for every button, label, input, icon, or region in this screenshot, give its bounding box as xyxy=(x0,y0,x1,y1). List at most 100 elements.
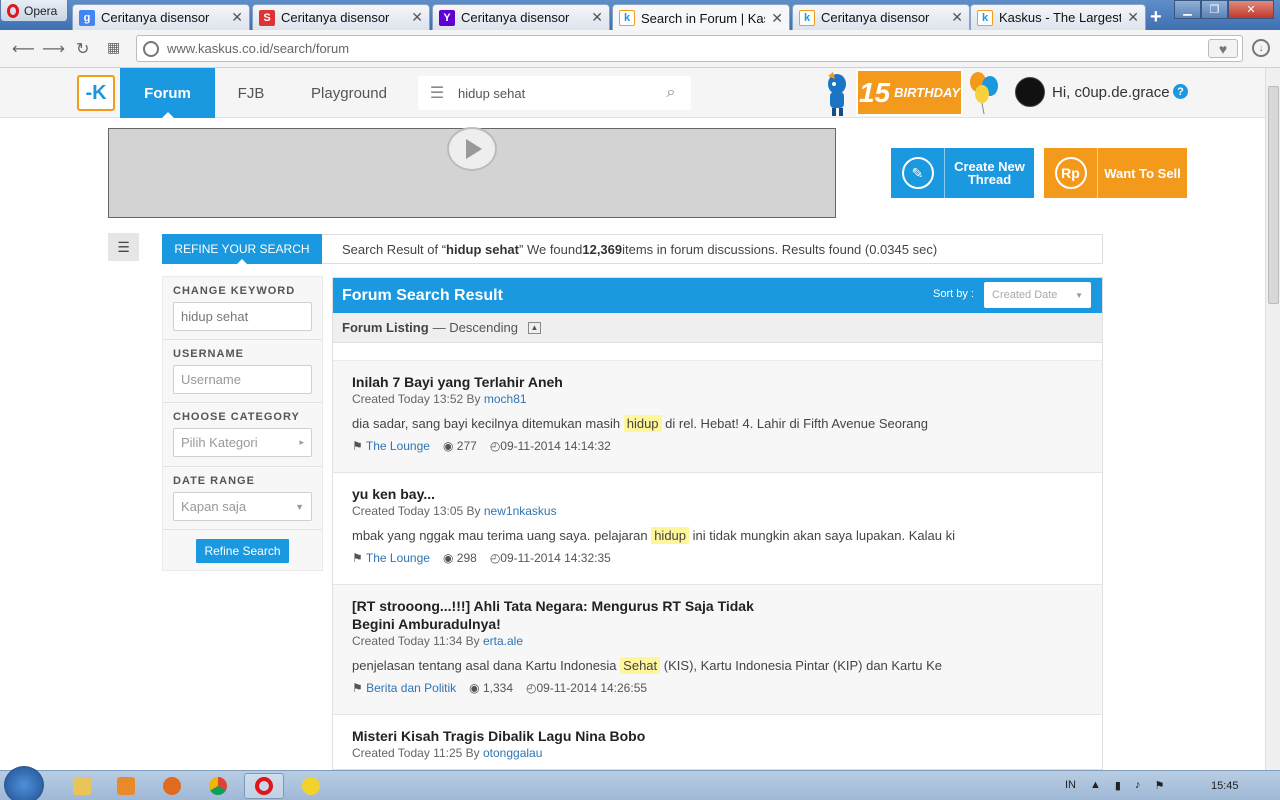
list-item[interactable]: [RT strooong...!!!] Ahli Tata Negara: Me… xyxy=(333,585,1102,715)
rupiah-icon: Rp xyxy=(1044,148,1098,198)
thread-title[interactable]: Misteri Kisah Tragis Dibalik Lagu Nina B… xyxy=(352,727,1083,745)
header-search[interactable]: ☰ hidup sehat ⌕ xyxy=(418,76,691,110)
browser-tab[interactable]: Y Ceritanya disensor ✕ xyxy=(432,4,610,30)
media-player-icon[interactable] xyxy=(106,773,146,799)
forum-link[interactable]: The Lounge xyxy=(366,439,430,453)
browser-tab[interactable]: S Ceritanya disensor ✕ xyxy=(252,4,430,30)
forum-link[interactable]: The Lounge xyxy=(366,551,430,565)
help-icon[interactable]: ? xyxy=(1173,84,1188,99)
username-input[interactable]: Username xyxy=(173,365,312,394)
keyword-input[interactable]: hidup sehat xyxy=(173,302,312,331)
app-taskbar-icon[interactable] xyxy=(290,773,332,799)
maximize-button[interactable]: ❐ xyxy=(1201,0,1228,19)
thread-meta: Created Today 11:34 By erta.ale xyxy=(352,634,1083,648)
browser-tab[interactable]: k Ceritanya disensor ✕ xyxy=(792,4,970,30)
page-scrollbar[interactable] xyxy=(1265,68,1280,770)
list-item[interactable]: Inilah 7 Bayi yang Terlahir Aneh Created… xyxy=(333,361,1102,473)
explorer-icon[interactable] xyxy=(62,773,102,799)
search-input[interactable]: hidup sehat xyxy=(456,86,651,101)
thread-meta: Created Today 11:25 By otonggalau xyxy=(352,746,1083,760)
snippet-text: ini tidak mungkin akan saya lupakan. Kal… xyxy=(692,528,955,543)
author-link[interactable]: otonggalau xyxy=(483,746,542,760)
birthday-banner[interactable]: 15 BIRTHDAY xyxy=(856,69,963,116)
snippet-text: (KIS), Kartu Indonesia Pintar (KIP) dan … xyxy=(663,658,942,673)
forward-icon[interactable]: ⟶ xyxy=(42,39,65,59)
author-link[interactable]: new1nkaskus xyxy=(484,504,557,518)
chevron-down-icon: ▼ xyxy=(1075,290,1083,300)
tab-title: Search in Forum | Kasku xyxy=(641,10,765,26)
refine-search-button[interactable]: Refine Search xyxy=(196,539,289,563)
search-icon[interactable]: ⌕ xyxy=(651,84,691,102)
close-tab-icon[interactable]: ✕ xyxy=(231,9,243,26)
collapse-icon[interactable]: ▲ xyxy=(527,321,541,334)
menu-toggle-icon[interactable]: ☰ xyxy=(108,233,139,261)
browser-tab[interactable]: g Ceritanya disensor ✕ xyxy=(72,4,250,30)
site-info-icon[interactable] xyxy=(143,40,159,57)
start-button[interactable] xyxy=(4,766,44,800)
language-indicator[interactable]: IN xyxy=(1065,779,1076,792)
volume-icon[interactable]: ♪ xyxy=(1135,779,1141,792)
thread-title[interactable]: yu ken bay... xyxy=(352,485,1083,503)
nav-forum[interactable]: Forum xyxy=(120,68,215,118)
minimize-button[interactable]: ▁ xyxy=(1174,0,1201,19)
forum-link[interactable]: Berita dan Politik xyxy=(366,681,456,695)
close-tab-icon[interactable]: ✕ xyxy=(1127,9,1139,26)
close-tab-icon[interactable]: ✕ xyxy=(591,9,603,26)
date-range-value: Kapan saja xyxy=(181,499,247,514)
author-link[interactable]: erta.ale xyxy=(483,634,523,648)
summary-count: 12,369 xyxy=(582,241,623,257)
bookmark-heart-icon[interactable]: ♥ xyxy=(1208,39,1238,58)
clock-icon: ◴ xyxy=(489,439,501,453)
speed-dial-icon[interactable]: ▦ xyxy=(107,39,120,56)
created-text: Created Today 11:25 By xyxy=(352,746,480,760)
nav-fjb[interactable]: FJB xyxy=(225,68,277,118)
reload-icon[interactable]: ↻ xyxy=(76,39,89,59)
firefox-icon[interactable] xyxy=(152,773,192,799)
back-icon[interactable]: ⟵ xyxy=(12,39,35,59)
clock-icon: ◴ xyxy=(526,681,537,695)
nav-playground[interactable]: Playground xyxy=(300,68,398,118)
browser-tab-active[interactable]: k Search in Forum | Kasku ✕ xyxy=(612,4,790,31)
thread-title[interactable]: Inilah 7 Bayi yang Terlahir Aneh xyxy=(352,373,1083,391)
new-tab-button[interactable]: + xyxy=(1150,6,1162,29)
close-tab-icon[interactable]: ✕ xyxy=(411,9,423,26)
category-select[interactable]: Pilih Kategori ▸ xyxy=(173,428,312,457)
sort-label: Sort by : xyxy=(933,288,974,300)
user-greeting[interactable]: Hi, c0up.de.grace xyxy=(1052,84,1170,101)
opera-menu-button[interactable]: Opera xyxy=(0,0,68,22)
kaskus-logo[interactable]: -K xyxy=(77,75,115,111)
action-center-icon[interactable]: ⚑ xyxy=(1154,779,1164,792)
browser-tab[interactable]: k Kaskus - The Largest Ind ✕ xyxy=(970,4,1146,30)
close-window-button[interactable]: ✕ xyxy=(1228,0,1274,19)
sort-select[interactable]: Created Date ▼ xyxy=(984,282,1091,308)
eye-icon: ◉ xyxy=(442,551,454,565)
author-link[interactable]: moch81 xyxy=(484,392,527,406)
clock[interactable]: 15:45 xyxy=(1211,780,1239,792)
download-icon[interactable]: ↓ xyxy=(1252,39,1270,57)
url-field[interactable]: www.kaskus.co.id/search/forum ♥ xyxy=(136,35,1243,62)
user-avatar[interactable] xyxy=(1015,77,1045,107)
refine-search-tab[interactable]: REFINE YOUR SEARCH xyxy=(162,234,322,264)
create-new-thread-button[interactable]: ✎ Create New Thread xyxy=(891,148,1034,198)
list-icon[interactable]: ☰ xyxy=(418,83,456,103)
create-thread-label: Create New Thread xyxy=(954,159,1025,187)
scrollbar-thumb[interactable] xyxy=(1268,86,1279,304)
play-icon[interactable] xyxy=(447,127,497,171)
tray-expand-icon[interactable]: ▲ xyxy=(1090,779,1101,792)
thread-meta: Created Today 13:52 By moch81 xyxy=(352,392,1083,406)
chrome-icon[interactable] xyxy=(198,773,238,799)
opera-taskbar-icon[interactable] xyxy=(244,773,284,799)
date-range-select[interactable]: Kapan saja ▼ xyxy=(173,492,312,521)
summary-prefix: Search Result of “ xyxy=(342,241,447,257)
tab-title: Ceritanya disensor xyxy=(281,10,390,25)
close-tab-icon[interactable]: ✕ xyxy=(951,9,963,26)
thread-snippet: dia sadar, sang bayi kecilnya ditemukan … xyxy=(352,415,1083,433)
want-to-sell-button[interactable]: Rp Want To Sell xyxy=(1044,148,1187,198)
list-item[interactable]: Misteri Kisah Tragis Dibalik Lagu Nina B… xyxy=(333,715,1102,769)
change-keyword-label: CHANGE KEYWORD xyxy=(173,285,296,297)
network-icon[interactable]: ▮ xyxy=(1115,779,1121,792)
thread-title[interactable]: [RT strooong...!!!] Ahli Tata Negara: Me… xyxy=(352,597,792,633)
close-tab-icon[interactable]: ✕ xyxy=(771,10,783,27)
video-banner[interactable] xyxy=(108,127,836,218)
list-item[interactable]: yu ken bay... Created Today 13:05 By new… xyxy=(333,473,1102,585)
